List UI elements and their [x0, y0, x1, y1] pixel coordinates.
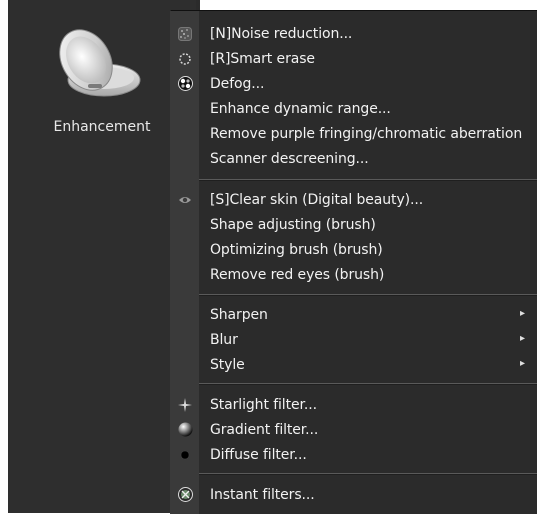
menu-item-gradient-filter[interactable]: Gradient filter... — [171, 417, 537, 442]
menu-item-shape-adjusting[interactable]: Shape adjusting (brush) — [171, 212, 537, 237]
menu-item-smart-erase[interactable]: [R]Smart erase — [171, 46, 537, 71]
menu-item-label: Remove purple fringing/chromatic aberrat… — [210, 125, 523, 142]
menu-item-scanner-descreening[interactable]: Scanner descreening... — [171, 146, 537, 171]
noise-icon — [171, 21, 199, 46]
menu-item-label: [R]Smart erase — [210, 50, 315, 67]
menu-item-label: Style — [210, 356, 245, 373]
menu-item-defog[interactable]: Defog... — [171, 71, 537, 96]
menu-item-label: Blur — [210, 331, 238, 348]
menu-item-diffuse-filter[interactable]: Diffuse filter... — [171, 442, 537, 467]
menu-item-instant-filters[interactable]: Instant filters... — [171, 482, 537, 507]
menu-item-remove-purple-fringing[interactable]: Remove purple fringing/chromatic aberrat… — [171, 121, 537, 146]
menu-item-style[interactable]: Style ▸ — [171, 352, 537, 377]
menu-item-remove-red-eyes[interactable]: Remove red eyes (brush) — [171, 262, 537, 287]
menu-separator — [199, 473, 537, 475]
menu-item-label: [N]Noise reduction... — [210, 25, 353, 42]
smart-erase-icon — [171, 46, 199, 71]
menu-item-optimizing-brush[interactable]: Optimizing brush (brush) — [171, 237, 537, 262]
menu-separator — [199, 294, 537, 296]
menu-item-clear-skin[interactable]: [S]Clear skin (Digital beauty)... — [171, 187, 537, 212]
menu-item-label: Scanner descreening... — [210, 150, 369, 167]
compact-mirror-icon[interactable] — [52, 18, 142, 108]
submenu-arrow-icon: ▸ — [519, 358, 525, 369]
eye-icon — [171, 187, 199, 212]
menu-separator — [199, 179, 537, 181]
menu-item-label: Defog... — [210, 75, 265, 92]
menu-item-label: Optimizing brush (brush) — [210, 241, 383, 258]
menu-item-starlight-filter[interactable]: Starlight filter... — [171, 392, 537, 417]
sidebar-label[interactable]: Enhancement — [8, 119, 196, 135]
menu-item-label: Gradient filter... — [210, 421, 319, 438]
submenu-arrow-icon: ▸ — [519, 308, 525, 319]
menu-item-label: Sharpen — [210, 306, 268, 323]
menu-item-label: Starlight filter... — [210, 396, 317, 413]
context-menu: [N]Noise reduction... [R]Smart erase Def… — [170, 10, 537, 514]
instant-filters-icon — [171, 482, 199, 507]
menu-separator — [199, 383, 537, 385]
menu-item-enhance-dynamic-range[interactable]: Enhance dynamic range... — [171, 96, 537, 121]
menu-item-label: Shape adjusting (brush) — [210, 216, 376, 233]
starlight-icon — [171, 392, 199, 417]
menu-item-sharpen[interactable]: Sharpen ▸ — [171, 302, 537, 327]
menu-item-label: Diffuse filter... — [210, 446, 307, 463]
menu-item-label: Instant filters... — [210, 486, 315, 503]
gradient-icon — [171, 417, 199, 442]
diffuse-icon — [171, 442, 199, 467]
menu-item-label: Enhance dynamic range... — [210, 100, 391, 117]
menu-item-noise-reduction[interactable]: [N]Noise reduction... — [171, 21, 537, 46]
defog-icon — [171, 71, 199, 96]
submenu-arrow-icon: ▸ — [519, 333, 525, 344]
menu-item-label: Remove red eyes (brush) — [210, 266, 385, 283]
menu-item-blur[interactable]: Blur ▸ — [171, 327, 537, 352]
menu-item-label: [S]Clear skin (Digital beauty)... — [210, 191, 424, 208]
